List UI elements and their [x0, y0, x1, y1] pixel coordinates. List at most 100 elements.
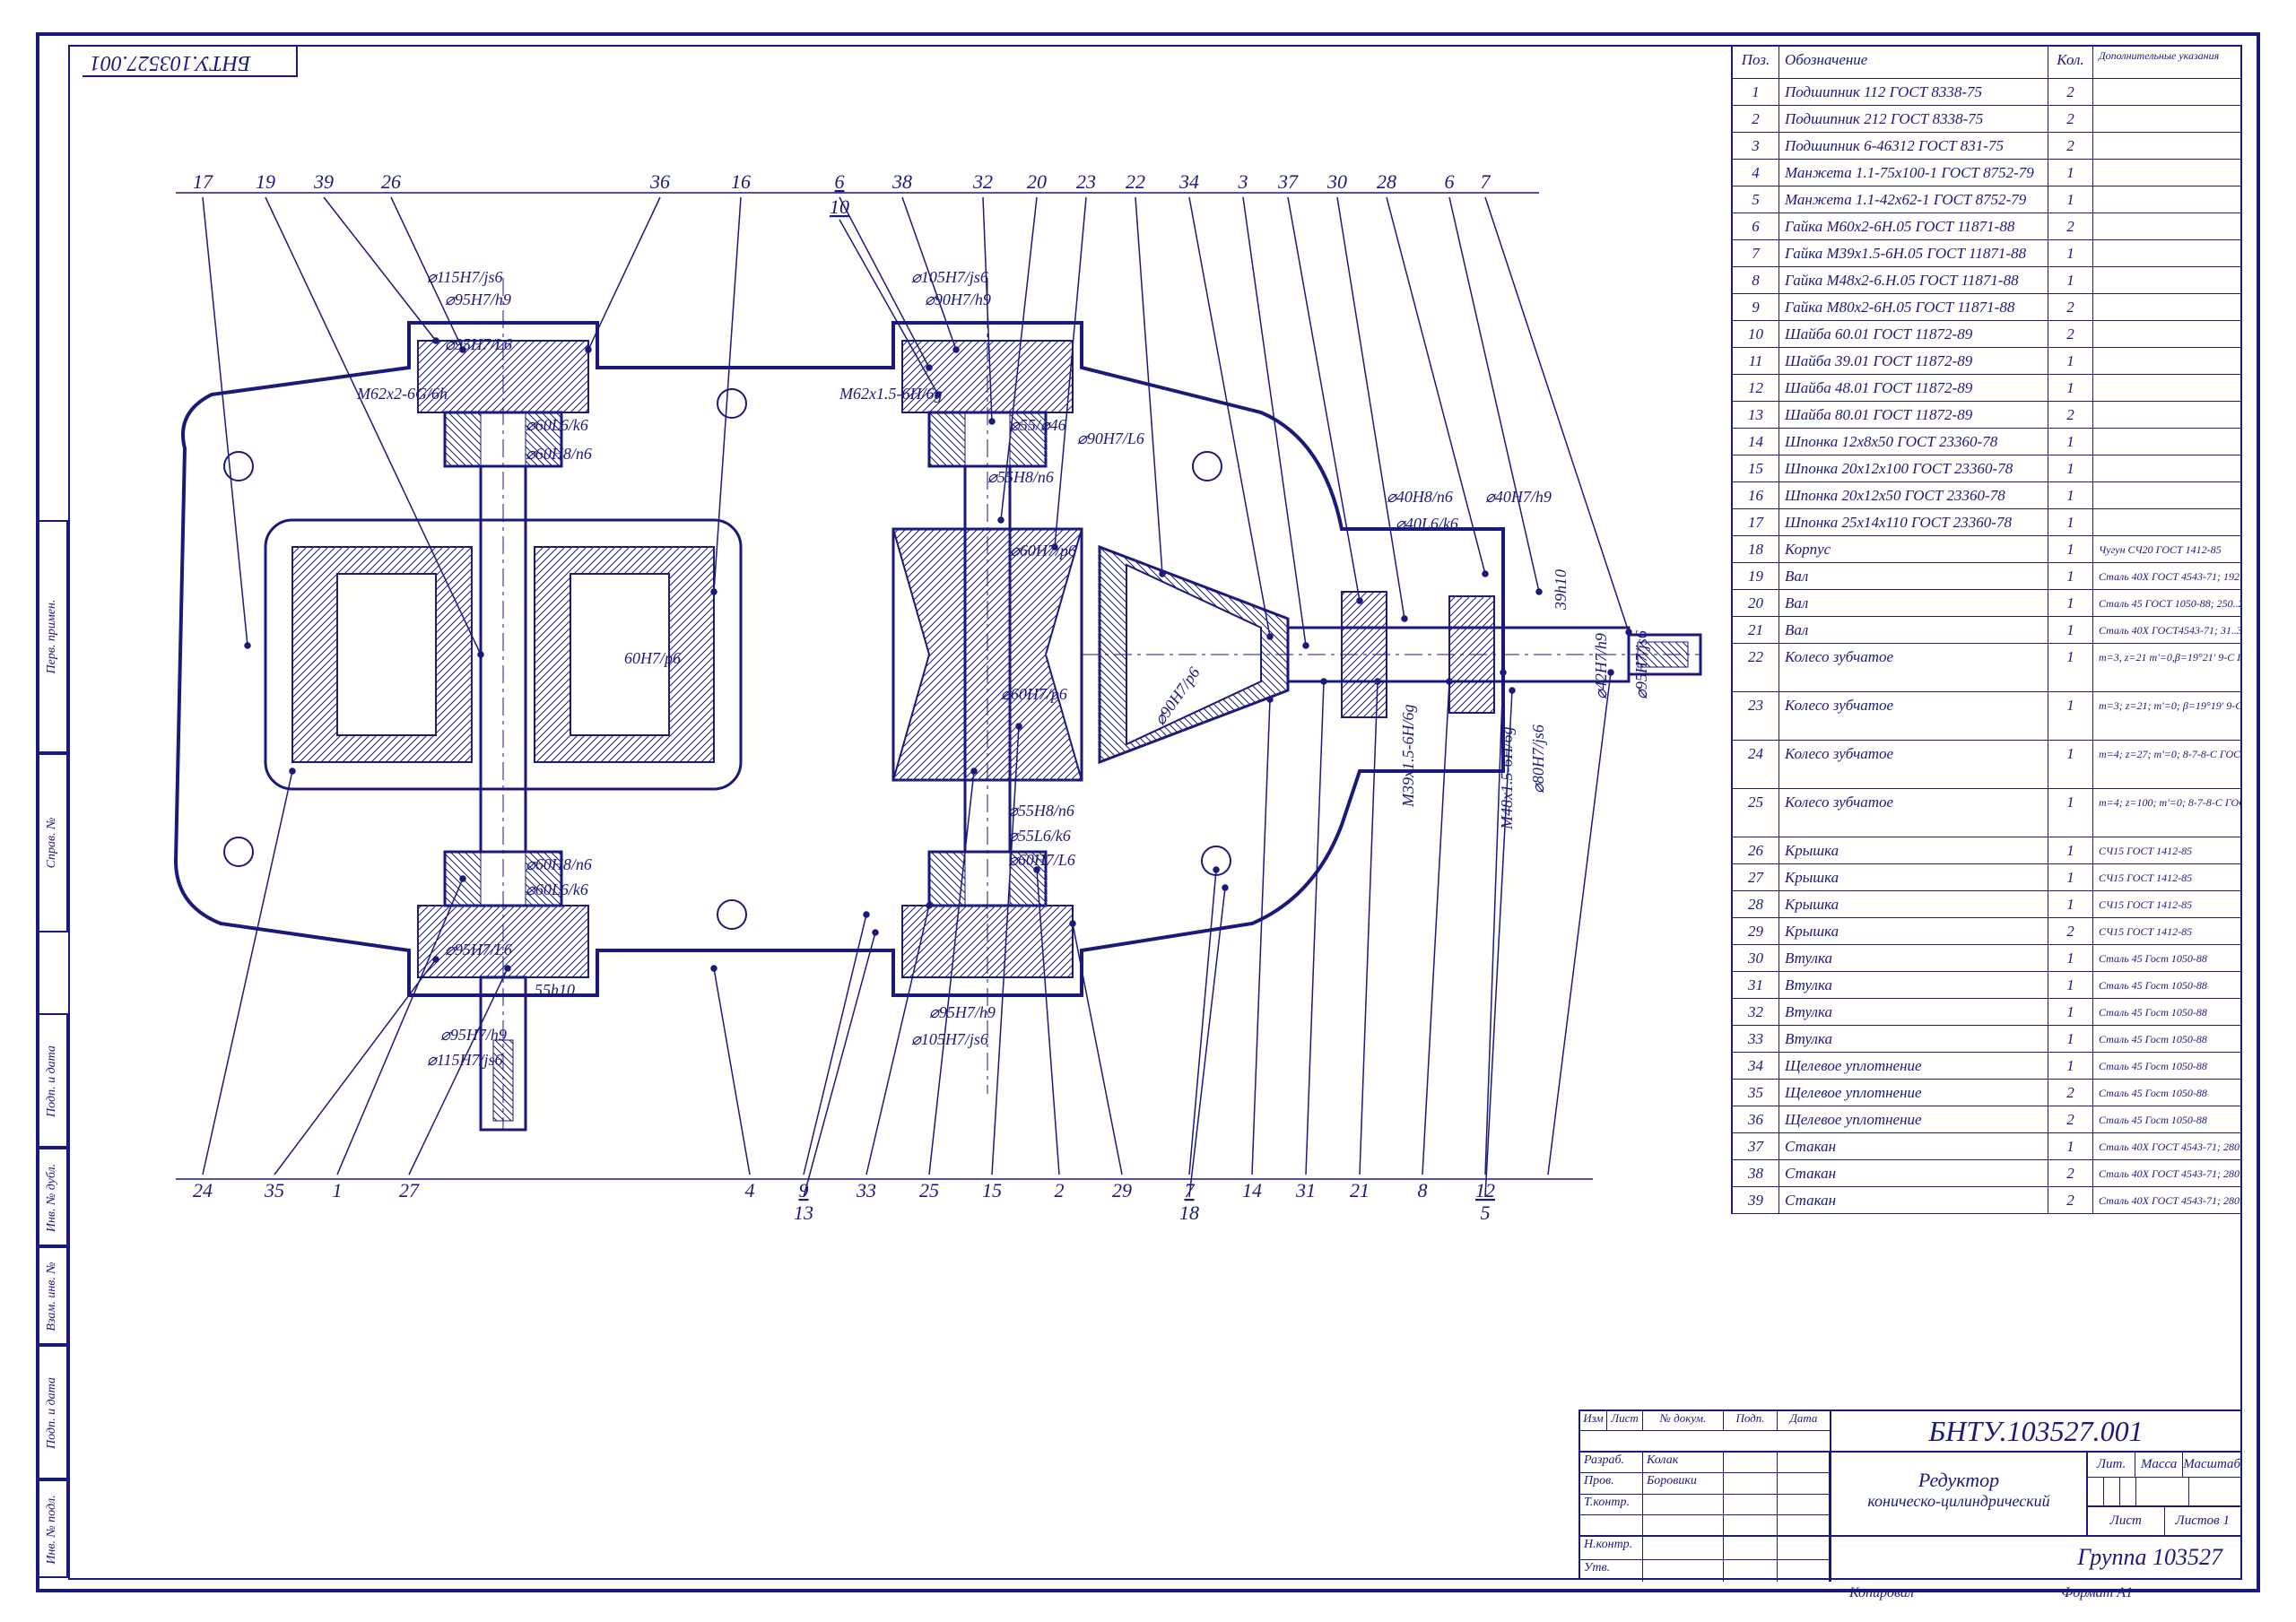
svg-text:⌀60H7/p6: ⌀60H7/p6	[1001, 685, 1067, 703]
svg-text:8: 8	[1418, 1179, 1428, 1201]
svg-text:7: 7	[1481, 170, 1492, 193]
bom-row: 24Колесо зубчатое1m=4; z=27; m'=0; 8-7-8…	[1733, 741, 2240, 789]
svg-text:⌀90H7/L6: ⌀90H7/L6	[1077, 429, 1144, 447]
svg-text:35: 35	[264, 1179, 284, 1201]
svg-text:55h10: 55h10	[535, 981, 575, 999]
bom-row: 5Манжета 1.1-42x62-1 ГОСТ 8752-791	[1733, 186, 2240, 213]
svg-text:19: 19	[256, 170, 275, 193]
bom-row: 20Вал1Сталь 45 ГОСТ 1050-88; 250..280 НВ	[1733, 590, 2240, 617]
svg-text:⌀60H8/n6: ⌀60H8/n6	[526, 445, 592, 463]
drawing-number-rotated: БНТУ.103527.001	[90, 50, 250, 74]
bom-row: 31Втулка1Сталь 45 Гост 1050-88	[1733, 972, 2240, 999]
svg-text:6: 6	[1445, 170, 1455, 193]
bom-row: 7Гайка М39x1.5-6H.05 ГОСТ 11871-881	[1733, 240, 2240, 267]
svg-text:25: 25	[919, 1179, 939, 1201]
bom-row: 29Крышка2СЧ15 ГОСТ 1412-85	[1733, 918, 2240, 945]
svg-text:17: 17	[193, 170, 213, 193]
svg-text:34: 34	[1178, 170, 1199, 193]
svg-text:М39x1.5-6H/6g: М39x1.5-6H/6g	[1399, 705, 1417, 808]
svg-text:⌀60H7/L6: ⌀60H7/L6	[1008, 851, 1075, 869]
bom-row: 38Стакан2Сталь 40Х ГОСТ 4543-71; 280..32…	[1733, 1160, 2240, 1187]
svg-text:16: 16	[731, 170, 751, 193]
svg-text:39: 39	[313, 170, 334, 193]
svg-text:10: 10	[830, 195, 849, 218]
bom-row: 1Подшипник 112 ГОСТ 8338-752	[1733, 79, 2240, 106]
svg-text:39h10: 39h10	[1552, 569, 1570, 611]
svg-text:31: 31	[1295, 1179, 1316, 1201]
svg-text:60H7/p6: 60H7/p6	[624, 649, 681, 667]
svg-text:⌀40L6/k6: ⌀40L6/k6	[1396, 515, 1458, 533]
bom-row: 11Шайба 39.01 ГОСТ 11872-891	[1733, 348, 2240, 375]
svg-text:⌀95H7/h9: ⌀95H7/h9	[929, 1003, 996, 1021]
svg-text:⌀95H7/L6: ⌀95H7/L6	[445, 335, 512, 353]
group-label: Группа 103527	[1831, 1537, 2240, 1582]
svg-text:⌀60H8/n6: ⌀60H8/n6	[526, 855, 592, 873]
bom-header: Поз. Обозначение Кол. Дополнительные ука…	[1733, 47, 2240, 79]
svg-text:18: 18	[1179, 1201, 1199, 1219]
bom-row: 14Шпонка 12x8x50 ГОСТ 23360-781	[1733, 429, 2240, 455]
svg-text:⌀95H7/js6: ⌀95H7/js6	[1632, 630, 1650, 699]
svg-text:⌀55H8/n6: ⌀55H8/n6	[1008, 802, 1074, 820]
side-tab-perv: Перв. примен.	[36, 520, 68, 753]
bom-row: 18Корпус1Чугун СЧ20 ГОСТ 1412-85	[1733, 536, 2240, 563]
bom-row: 33Втулка1Сталь 45 Гост 1050-88	[1733, 1026, 2240, 1053]
svg-text:⌀95H7/L6: ⌀95H7/L6	[445, 941, 512, 958]
svg-text:⌀80H7/js6: ⌀80H7/js6	[1529, 724, 1547, 794]
bom-row: 25Колесо зубчатое1m=4; z=100; m'=0; 8-7-…	[1733, 789, 2240, 837]
svg-text:27: 27	[399, 1179, 420, 1201]
svg-text:⌀42H7/h9: ⌀42H7/h9	[1592, 633, 1610, 699]
svg-text:20: 20	[1027, 170, 1047, 193]
bom-table: Поз. Обозначение Кол. Дополнительные ука…	[1731, 45, 2242, 1214]
svg-text:9: 9	[799, 1179, 809, 1201]
bom-row: 28Крышка1СЧ15 ГОСТ 1412-85	[1733, 891, 2240, 918]
bom-row: 22Колесо зубчатое1m=3, z=21 m'=0,β=19°21…	[1733, 644, 2240, 692]
svg-text:М62x2-6G/6h: М62x2-6G/6h	[356, 385, 448, 403]
bom-row: 15Шпонка 20x12x100 ГОСТ 23360-781	[1733, 455, 2240, 482]
title-name: Редуктор коническо-цилиндрический	[1831, 1453, 2088, 1535]
bom-row: 13Шайба 80.01 ГОСТ 11872-892	[1733, 402, 2240, 429]
bom-row: 34Щелевое уплотнение1Сталь 45 Гост 1050-…	[1733, 1053, 2240, 1080]
svg-text:⌀105H7/js6: ⌀105H7/js6	[911, 268, 988, 286]
svg-text:4: 4	[745, 1179, 755, 1201]
bom-row: 36Щелевое уплотнение2Сталь 45 Гост 1050-…	[1733, 1106, 2240, 1133]
svg-text:14: 14	[1242, 1179, 1262, 1201]
svg-text:24: 24	[193, 1179, 213, 1201]
bom-row: 30Втулка1Сталь 45 Гост 1050-88	[1733, 945, 2240, 972]
svg-text:33: 33	[856, 1179, 876, 1201]
svg-text:15: 15	[982, 1179, 1002, 1201]
svg-text:⌀55L6/k6: ⌀55L6/k6	[1008, 827, 1071, 845]
bom-row: 16Шпонка 20x12x50 ГОСТ 23360-781	[1733, 482, 2240, 509]
svg-text:21: 21	[1350, 1179, 1370, 1201]
assembly-drawing: 55h10 60H7/p6 ⌀60H7/p6 ⌀60H7/p6	[86, 143, 1718, 1219]
title-number: БНТУ.103527.001	[1831, 1411, 2240, 1451]
bom-row: 27Крышка1СЧ15 ГОСТ 1412-85	[1733, 864, 2240, 891]
svg-text:5: 5	[1481, 1201, 1491, 1219]
svg-text:⌀55/⌀46: ⌀55/⌀46	[1010, 416, 1066, 434]
svg-text:⌀60L6/k6: ⌀60L6/k6	[526, 416, 588, 434]
svg-text:7: 7	[1185, 1179, 1196, 1201]
svg-text:38: 38	[891, 170, 912, 193]
svg-text:36: 36	[649, 170, 670, 193]
svg-text:22: 22	[1126, 170, 1145, 193]
bom-row: 23Колесо зубчатое1m=3; z=21; m'=0; β=19°…	[1733, 692, 2240, 741]
svg-text:3: 3	[1238, 170, 1248, 193]
side-tab-invpodl: Инв. № подл.	[36, 1479, 68, 1578]
svg-text:6: 6	[835, 170, 845, 193]
svg-text:29: 29	[1112, 1179, 1132, 1201]
svg-text:1: 1	[333, 1179, 343, 1201]
svg-text:23: 23	[1076, 170, 1096, 193]
svg-text:⌀60H7/p6: ⌀60H7/p6	[1010, 542, 1076, 559]
svg-text:⌀40H8/n6: ⌀40H8/n6	[1387, 488, 1453, 506]
svg-text:М62x1.5-6H/6g: М62x1.5-6H/6g	[839, 385, 942, 403]
bom-row: 4Манжета 1.1-75x100-1 ГОСТ 8752-791	[1733, 160, 2240, 186]
bom-row: 8Гайка М48x2-6.H.05 ГОСТ 11871-881	[1733, 267, 2240, 294]
svg-text:⌀115H7/js6: ⌀115H7/js6	[427, 268, 503, 286]
bom-row: 2Подшипник 212 ГОСТ 8338-752	[1733, 106, 2240, 133]
title-block: Изм Лист № докум. Подп. Дата БНТУ.103527…	[1578, 1409, 2242, 1580]
svg-text:12: 12	[1475, 1179, 1495, 1201]
side-tab-sprav: Справ. №	[36, 753, 68, 932]
bom-row: 37Стакан1Сталь 40Х ГОСТ 4543-71; 280..32…	[1733, 1133, 2240, 1160]
svg-text:28: 28	[1377, 170, 1396, 193]
svg-text:⌀55H8/n6: ⌀55H8/n6	[987, 468, 1054, 486]
svg-text:⌀115H7/js6: ⌀115H7/js6	[427, 1051, 503, 1069]
